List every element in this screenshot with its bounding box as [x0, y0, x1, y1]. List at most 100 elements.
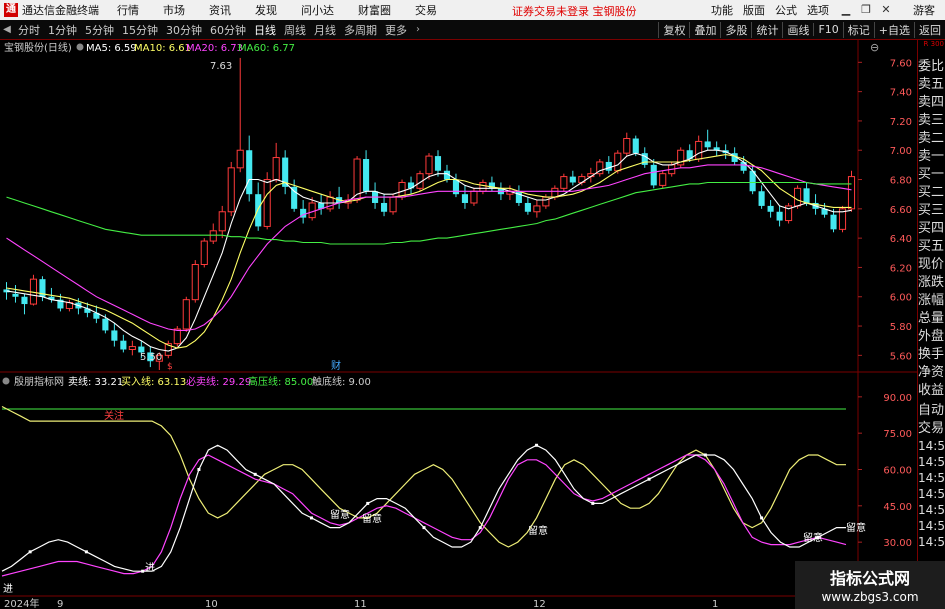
toolbar-left-arrow-icon[interactable]: ◀ — [0, 24, 14, 35]
candle-body — [21, 296, 28, 305]
candle-body — [659, 173, 667, 186]
sell-line-marker — [309, 516, 313, 520]
candle-body — [363, 159, 370, 192]
period-weekly[interactable]: 周线 — [280, 22, 310, 38]
menu-shichang[interactable]: 市场 — [163, 2, 185, 18]
menu-right: 功能 版面 公式 选项 ▁ ❐ ✕ 游客 — [711, 0, 945, 20]
btn-zixuan[interactable]: +自选 — [873, 21, 914, 38]
period-multi[interactable]: 多周期 — [340, 22, 381, 38]
btn-f10[interactable]: F10 — [813, 23, 842, 36]
btn-duogu[interactable]: 多股 — [720, 21, 751, 38]
period-30min[interactable]: 30分钟 — [162, 22, 206, 38]
panel-auto[interactable]: 自动 — [918, 402, 945, 420]
btn-diejia[interactable]: 叠加 — [689, 21, 720, 38]
period-fenshi[interactable]: 分时 — [14, 22, 44, 38]
candle-body — [470, 190, 478, 204]
candle-body — [263, 179, 271, 227]
btn-fuquan[interactable]: 复权 — [658, 21, 689, 38]
candle-body — [830, 214, 837, 230]
sell-line-marker — [760, 516, 764, 520]
candle-body — [236, 149, 244, 169]
menu-banmian[interactable]: 版面 — [743, 2, 765, 18]
indicator-title: 殷朋指标网 — [14, 375, 64, 388]
x-label-9: 9 — [57, 599, 63, 609]
menu-faxian[interactable]: 发现 — [255, 2, 277, 18]
panel-sell5: 卖五 — [918, 77, 945, 92]
chart-settings-icon[interactable] — [76, 43, 84, 51]
ma20-label: MA20: 6.73 — [186, 43, 243, 54]
y-tick-label: 5.80 — [890, 322, 912, 333]
panel-change-pct: 涨幅 — [918, 293, 945, 308]
menu-hangqing[interactable]: 行情 — [117, 2, 139, 18]
x-label-12: 12 — [533, 599, 546, 609]
menu-caifuquan[interactable]: 财富圈 — [358, 2, 391, 18]
btn-tongji[interactable]: 统计 — [751, 21, 782, 38]
more-chevron-icon[interactable]: › — [411, 24, 425, 35]
ma20-line — [6, 164, 852, 331]
y-tick-label: 7.20 — [890, 117, 912, 128]
close-icon[interactable]: ✕ — [879, 3, 893, 17]
indicator-settings-icon[interactable] — [2, 377, 10, 385]
low-label: 5.50 — [140, 352, 162, 363]
ma5-line — [6, 149, 852, 352]
tick-time: 14:56 — [918, 487, 945, 501]
collapse-icon[interactable]: ⊖ — [870, 41, 879, 54]
panel-sell2: 卖二 — [918, 131, 945, 146]
menu-bar: 通 通达信金融终端 行情 市场 资讯 发现 问小达 财富圈 交易 证券交易未登录… — [0, 0, 945, 20]
login-warning[interactable]: 证券交易未登录 宝钢股份 — [512, 3, 637, 19]
candle-body — [291, 186, 298, 209]
candle-body — [704, 141, 711, 148]
minimize-icon[interactable]: ▁ — [839, 3, 853, 17]
menu-gongshi[interactable]: 公式 — [775, 2, 797, 18]
high-pressure-label: 高压线: 85.00 — [248, 375, 313, 388]
candle-body — [128, 346, 136, 350]
liuyi-label-3: 留意 — [528, 524, 548, 537]
menu-gongneng[interactable]: 功能 — [711, 2, 733, 18]
watermark-badge: 指标公式网 www.zbgs3.com — [795, 561, 945, 609]
x-label-1: 1 — [712, 599, 718, 609]
panel-trade[interactable]: 交易 — [918, 420, 945, 438]
tick-time: 14:56 — [918, 455, 945, 469]
btn-biaoji[interactable]: 标记 — [842, 21, 874, 38]
period-monthly[interactable]: 月线 — [310, 22, 340, 38]
period-15min[interactable]: 15分钟 — [118, 22, 162, 38]
jin-label-1: 进 — [145, 562, 155, 574]
candle-body — [272, 157, 280, 181]
period-daily[interactable]: 日线 — [250, 22, 280, 38]
sell-line-marker — [28, 550, 32, 554]
tick-time: 14:56 — [918, 439, 945, 453]
ma60-label: MA60: 6.77 — [238, 43, 295, 54]
candle-body — [776, 211, 783, 221]
quote-side-panel: R 300 委比 卖五 卖四 卖三 卖二 卖一 买一 买二 买三 买四 买五 现… — [917, 40, 945, 609]
candle-body — [209, 230, 217, 242]
candle-body — [389, 196, 397, 213]
guest-label[interactable]: 游客 — [913, 2, 935, 18]
menu-xuanxiang[interactable]: 选项 — [807, 2, 829, 18]
period-5min[interactable]: 5分钟 — [81, 22, 118, 38]
menu-zixun[interactable]: 资讯 — [209, 2, 231, 18]
candle-body — [767, 205, 774, 212]
sell-line-marker — [141, 569, 145, 573]
tick-time: 14:56 — [918, 471, 945, 485]
tick-time: 14:56 — [918, 519, 945, 533]
y-tick-label: 6.00 — [890, 293, 912, 304]
sell-line-marker — [84, 550, 88, 554]
period-60min[interactable]: 60分钟 — [206, 22, 250, 38]
period-more[interactable]: 更多 — [381, 22, 411, 38]
y-tick-label: 6.40 — [890, 234, 912, 245]
restore-icon[interactable]: ❐ — [859, 3, 873, 17]
period-1min[interactable]: 1分钟 — [44, 22, 81, 38]
sell-line-label: 卖线: 33.21 — [68, 375, 123, 388]
candle-body — [182, 299, 190, 330]
menu-wenxiaoda[interactable]: 问小达 — [301, 2, 334, 18]
btn-fanhui[interactable]: 返回 — [914, 21, 945, 38]
chart-area[interactable]: 宝钢股份(日线) MA5: 6.59 MA10: 6.61 MA20: 6.73… — [0, 40, 917, 609]
btn-huaxian[interactable]: 画线 — [782, 21, 813, 38]
candle-body — [533, 205, 541, 213]
panel-change: 涨跌 — [918, 275, 945, 290]
tick-time: 14:56 — [918, 503, 945, 517]
y-tick-label: 7.00 — [890, 146, 912, 157]
ind-tick-label: 75.00 — [883, 429, 912, 440]
menu-jiaoyi[interactable]: 交易 — [415, 2, 437, 18]
candle-body — [758, 191, 765, 206]
